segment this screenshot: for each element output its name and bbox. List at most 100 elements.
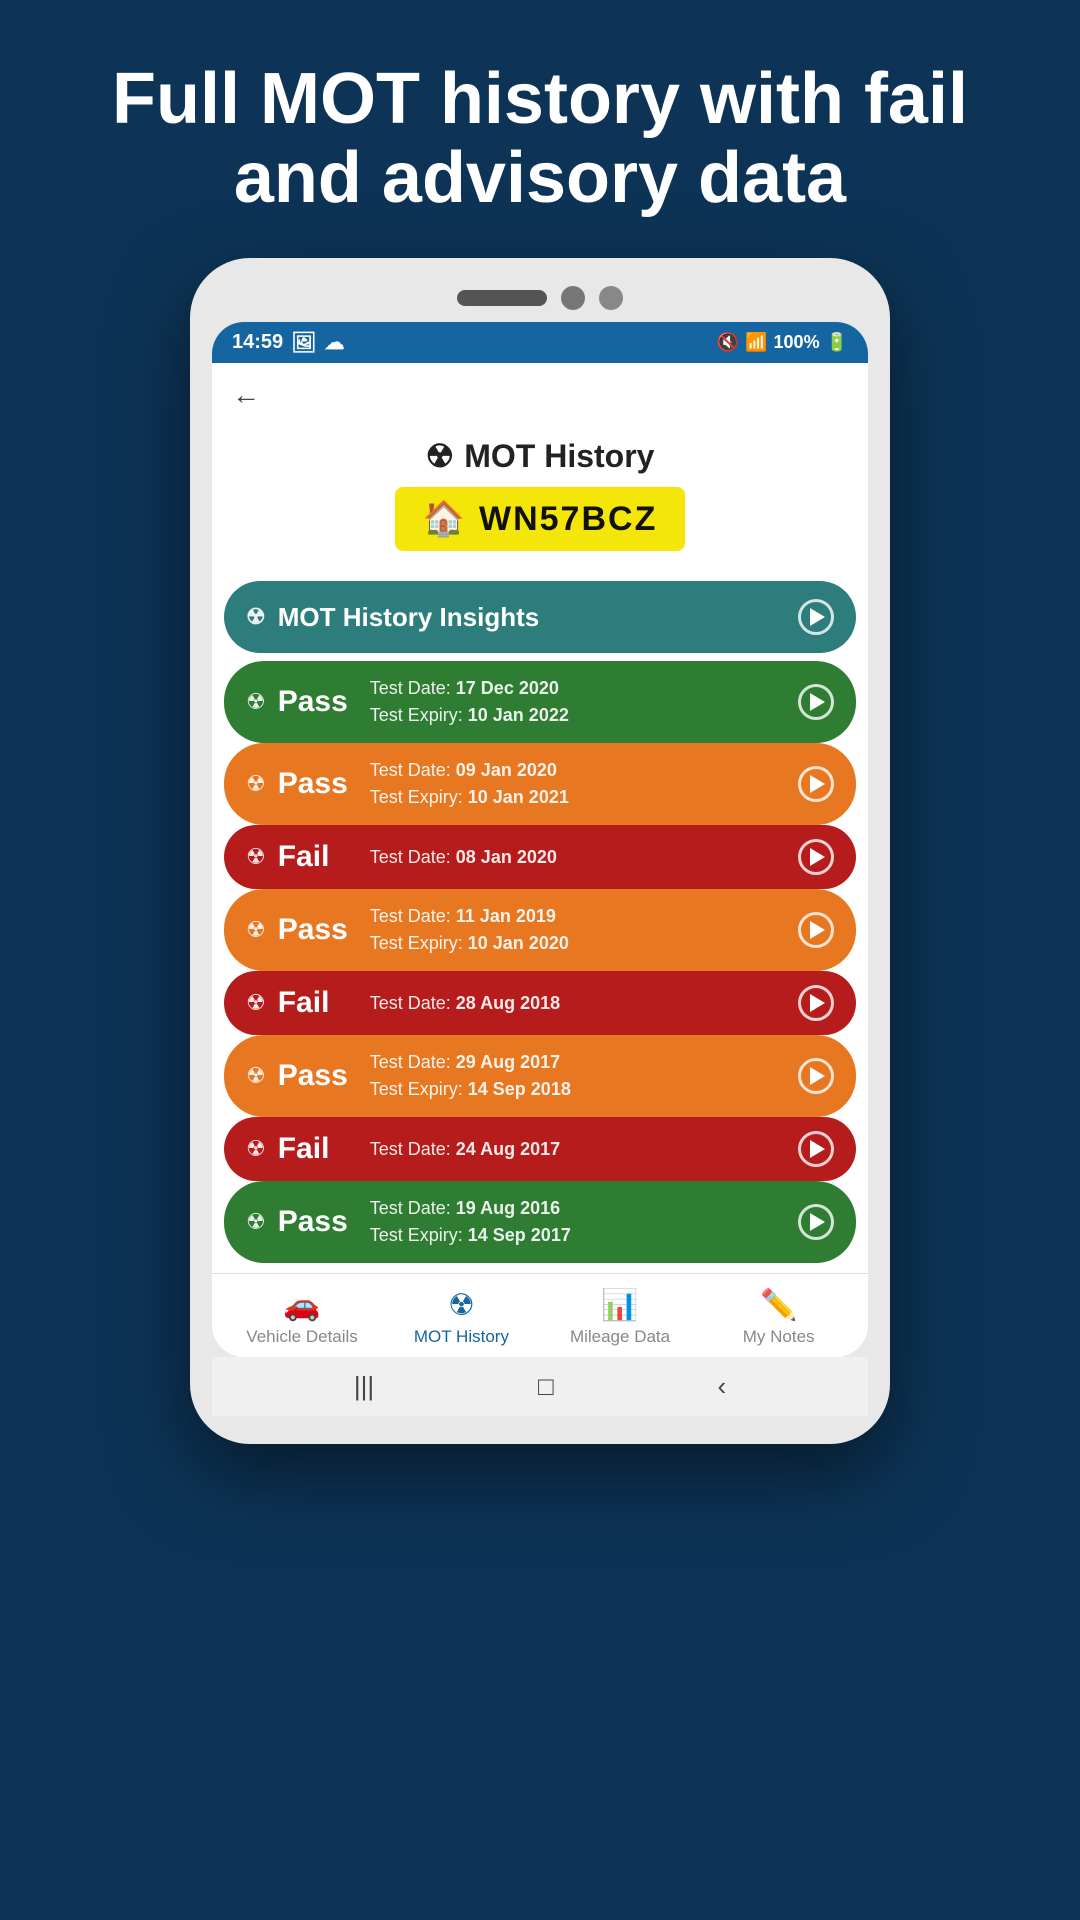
tab-label-vehicle-details: Vehicle Details [246, 1327, 358, 1347]
insights-left: ☢ MOT History Insights [246, 602, 539, 633]
mot-record-row[interactable]: ☢ Pass Test Date: 29 Aug 2017Test Expiry… [224, 1035, 856, 1117]
status-right: 🔇 📶 100% 🔋 [717, 332, 848, 353]
mot-record-row[interactable]: ☢ Fail Test Date: 28 Aug 2018 [224, 971, 856, 1035]
mot-row-play-icon [810, 994, 825, 1012]
phone-camera-2 [599, 286, 623, 310]
mot-dates: Test Date: 19 Aug 2016Test Expiry: 14 Se… [370, 1195, 571, 1249]
mot-hazard-icon: ☢ [246, 917, 266, 943]
insights-hazard-icon: ☢ [246, 604, 266, 630]
plate-text: WN57BCZ [479, 500, 657, 539]
phone-home-bar: ||| □ ‹ [212, 1357, 868, 1416]
mot-dates: Test Date: 09 Jan 2020Test Expiry: 10 Ja… [370, 757, 569, 811]
home-home-icon[interactable]: □ [538, 1371, 554, 1402]
home-back-icon[interactable]: ‹ [717, 1371, 726, 1402]
mot-row-play-button[interactable] [798, 1131, 834, 1167]
mot-row-play-button[interactable] [798, 766, 834, 802]
mot-dates: Test Date: 24 Aug 2017 [370, 1136, 560, 1163]
mot-hazard-icon: ☢ [246, 689, 266, 715]
phone-mockup: 14:59 🖼 ☁ 🔇 📶 100% 🔋 ← ☢ MOT History 🏠 [190, 258, 890, 1444]
status-battery-icon: 🔋 [826, 332, 848, 353]
mot-row-play-icon [810, 921, 825, 939]
mot-row-left: ☢ Pass Test Date: 11 Jan 2019Test Expiry… [246, 903, 569, 957]
mot-hazard-icon: ☢ [246, 844, 266, 870]
hero-title: Full MOT history with fail and advisory … [0, 0, 1080, 258]
mot-result-label: Pass [278, 1059, 358, 1093]
tab-vehicle-details[interactable]: 🚗 Vehicle Details [246, 1288, 358, 1347]
tab-label-mileage-data: Mileage Data [570, 1327, 670, 1347]
mot-result-label: Pass [278, 1205, 358, 1239]
tab-icon-mileage-data: 📊 [601, 1288, 638, 1323]
mot-dates: Test Date: 08 Jan 2020 [370, 844, 557, 871]
plate-house-icon: 🏠 [423, 499, 467, 539]
mot-row-play-button[interactable] [798, 839, 834, 875]
mot-row-play-icon [810, 775, 825, 793]
mot-row-play-icon [810, 1067, 825, 1085]
mot-dates: Test Date: 17 Dec 2020Test Expiry: 10 Ja… [370, 675, 569, 729]
mot-record-row[interactable]: ☢ Pass Test Date: 19 Aug 2016Test Expiry… [224, 1181, 856, 1263]
status-mute-icon: 🔇 [717, 332, 739, 353]
mot-row-play-icon [810, 848, 825, 866]
mot-result-label: Pass [278, 767, 358, 801]
mot-row-play-icon [810, 1213, 825, 1231]
mot-row-play-button[interactable] [798, 985, 834, 1021]
status-bar: 14:59 🖼 ☁ 🔇 📶 100% 🔋 [212, 322, 868, 363]
page-title-label: MOT History [464, 438, 654, 475]
status-cloud-icon: ☁ [325, 330, 345, 355]
tab-icon-mot-history: ☢ [448, 1288, 475, 1323]
mot-list: ☢ MOT History Insights ☢ Pass Test Date:… [212, 571, 868, 1273]
mot-record-row[interactable]: ☢ Pass Test Date: 11 Jan 2019Test Expiry… [224, 889, 856, 971]
mot-row-play-button[interactable] [798, 912, 834, 948]
phone-speaker [457, 290, 547, 306]
app-header: ← [212, 363, 868, 427]
status-time: 14:59 [232, 331, 283, 354]
mot-result-label: Fail [278, 1132, 358, 1166]
mot-row-play-button[interactable] [798, 684, 834, 720]
insights-row[interactable]: ☢ MOT History Insights [224, 581, 856, 653]
mot-row-left: ☢ Fail Test Date: 24 Aug 2017 [246, 1132, 560, 1166]
mot-record-row[interactable]: ☢ Fail Test Date: 24 Aug 2017 [224, 1117, 856, 1181]
mot-row-left: ☢ Pass Test Date: 09 Jan 2020Test Expiry… [246, 757, 569, 811]
mot-row-play-button[interactable] [798, 1058, 834, 1094]
mot-hazard-icon: ☢ [246, 990, 266, 1016]
mot-records-container: ☢ Pass Test Date: 17 Dec 2020Test Expiry… [224, 661, 856, 1263]
mot-row-left: ☢ Fail Test Date: 28 Aug 2018 [246, 986, 560, 1020]
mot-row-play-icon [810, 693, 825, 711]
page-title-icon: ☢ [426, 437, 455, 475]
mot-dates: Test Date: 11 Jan 2019Test Expiry: 10 Ja… [370, 903, 569, 957]
status-left: 14:59 🖼 ☁ [232, 330, 345, 355]
phone-notch [212, 286, 868, 310]
mot-result-label: Fail [278, 840, 358, 874]
phone-screen: 14:59 🖼 ☁ 🔇 📶 100% 🔋 ← ☢ MOT History 🏠 [212, 322, 868, 1357]
tab-icon-my-notes: ✏️ [760, 1288, 797, 1323]
back-button[interactable]: ← [232, 379, 260, 411]
tab-mileage-data[interactable]: 📊 Mileage Data [565, 1288, 675, 1347]
mot-record-row[interactable]: ☢ Fail Test Date: 08 Jan 2020 [224, 825, 856, 889]
page-title: ☢ MOT History [426, 437, 655, 475]
mot-hazard-icon: ☢ [246, 1209, 266, 1235]
mot-hazard-icon: ☢ [246, 1063, 266, 1089]
mot-hazard-icon: ☢ [246, 1136, 266, 1162]
mot-row-play-button[interactable] [798, 1204, 834, 1240]
insights-play-icon [810, 608, 825, 626]
tab-mot-history[interactable]: ☢ MOT History [406, 1288, 516, 1347]
mot-row-left: ☢ Pass Test Date: 29 Aug 2017Test Expiry… [246, 1049, 571, 1103]
home-recents-icon[interactable]: ||| [354, 1371, 374, 1402]
mot-row-left: ☢ Pass Test Date: 17 Dec 2020Test Expiry… [246, 675, 569, 729]
status-battery: 100% [774, 332, 820, 353]
mot-record-row[interactable]: ☢ Pass Test Date: 17 Dec 2020Test Expiry… [224, 661, 856, 743]
tab-label-mot-history: MOT History [414, 1327, 509, 1347]
tab-my-notes[interactable]: ✏️ My Notes [724, 1288, 834, 1347]
insights-label: MOT History Insights [278, 602, 539, 633]
mot-row-play-icon [810, 1140, 825, 1158]
status-wifi-icon: 📶 [745, 332, 767, 353]
insights-play-button[interactable] [798, 599, 834, 635]
mot-hazard-icon: ☢ [246, 771, 266, 797]
mot-result-label: Fail [278, 986, 358, 1020]
mot-dates: Test Date: 29 Aug 2017Test Expiry: 14 Se… [370, 1049, 571, 1103]
tab-label-my-notes: My Notes [743, 1327, 815, 1347]
mot-record-row[interactable]: ☢ Pass Test Date: 09 Jan 2020Test Expiry… [224, 743, 856, 825]
mot-result-label: Pass [278, 913, 358, 947]
tab-bar: 🚗 Vehicle Details ☢ MOT History 📊 Mileag… [212, 1273, 868, 1357]
status-image-icon: 🖼 [291, 330, 316, 355]
mot-dates: Test Date: 28 Aug 2018 [370, 990, 560, 1017]
